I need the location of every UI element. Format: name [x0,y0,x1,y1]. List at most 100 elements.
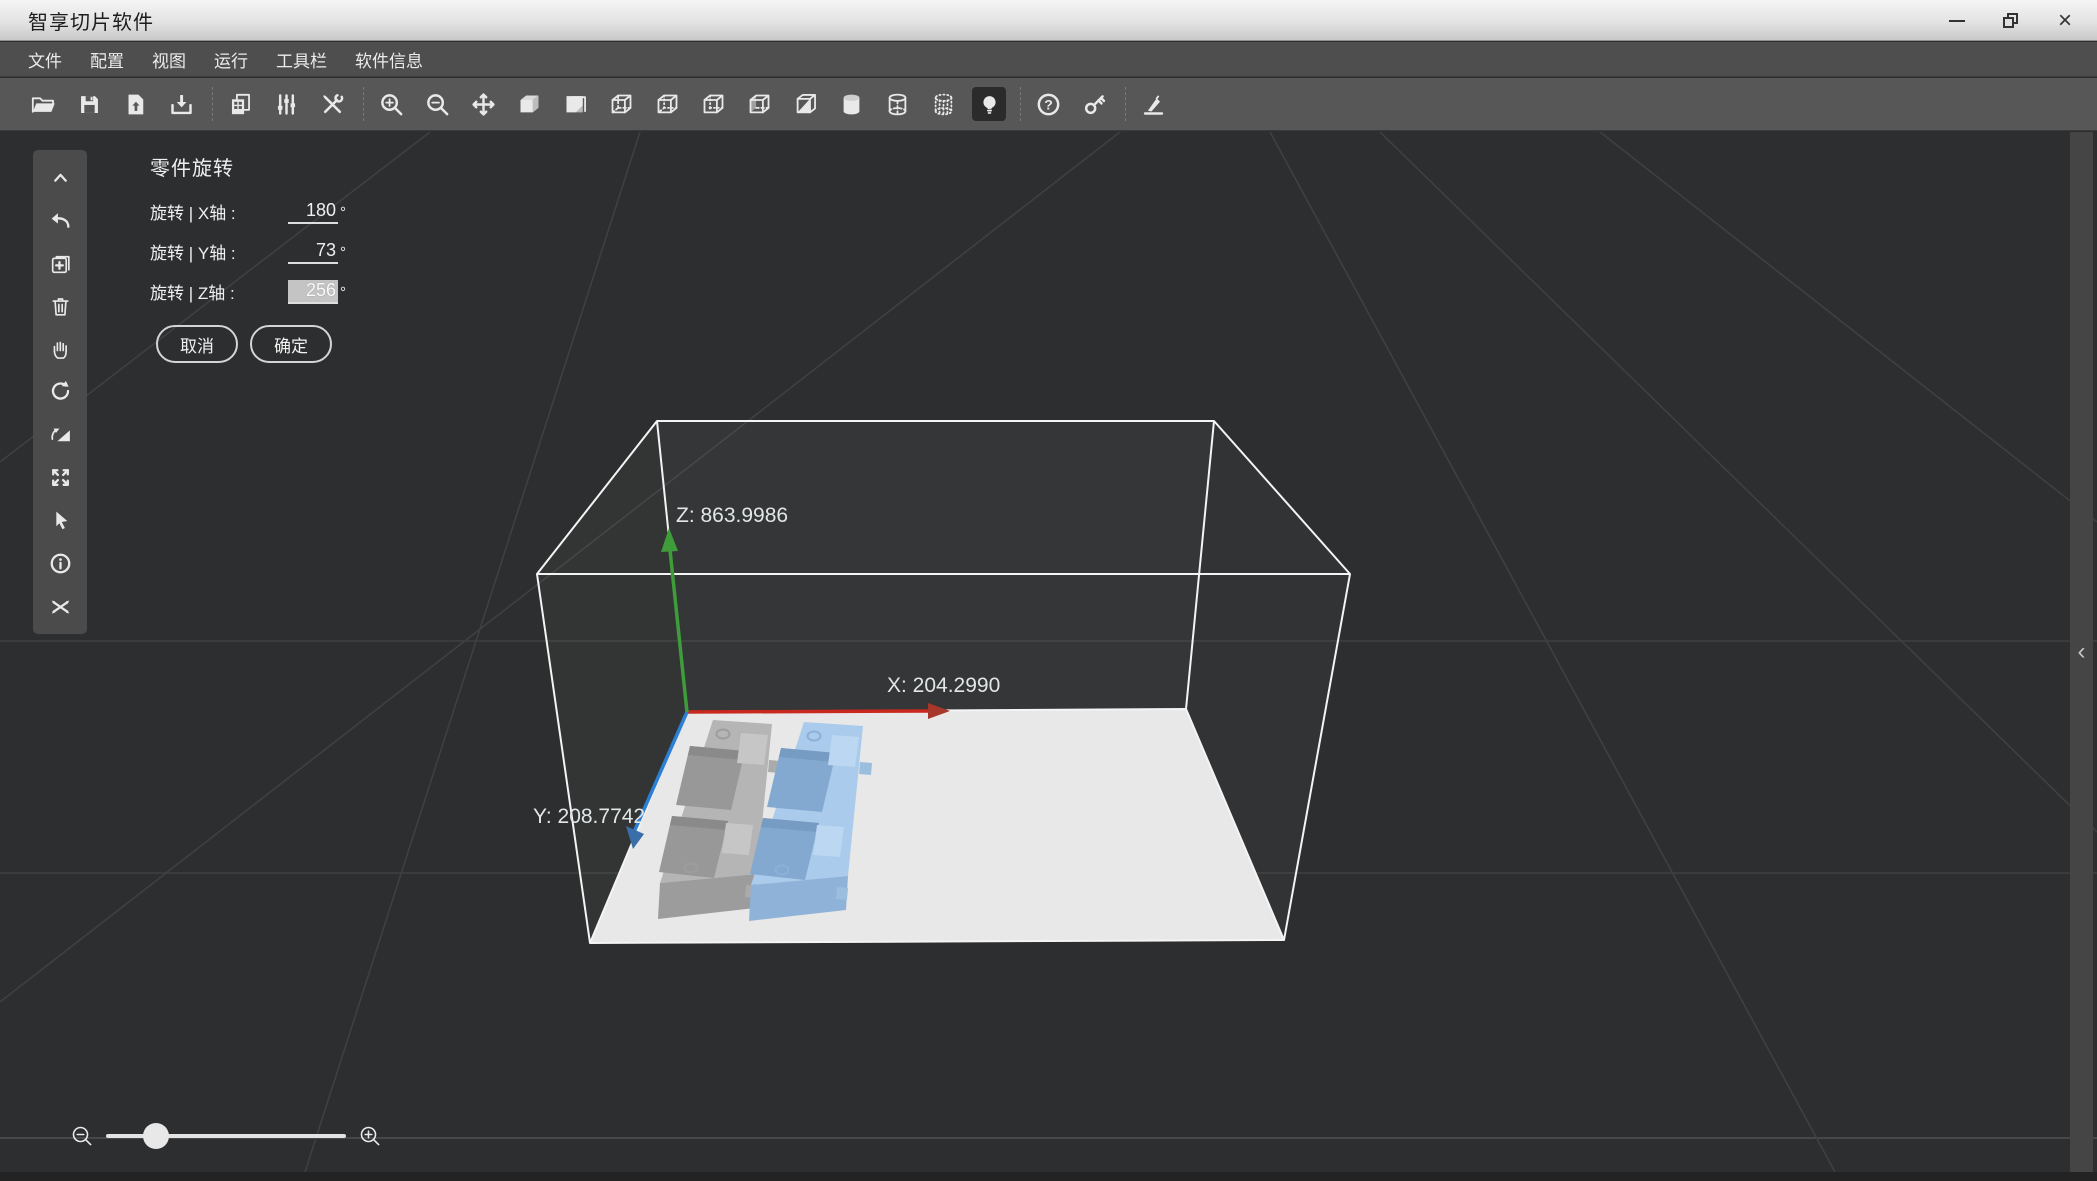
cube-wire-dashed-icon [611,94,631,113]
zoom-out-button[interactable] [420,87,454,121]
tool-rail [33,150,87,634]
minimize-button[interactable] [1943,7,1971,35]
light-toggle-icon [982,95,996,114]
zoom-in-button[interactable] [374,87,408,121]
help-button[interactable]: ? [1031,87,1065,121]
viewport-3d[interactable]: Z: 863.9986 X: 204.2990 Y: 208.7742 零件旋转… [0,132,2097,1172]
rotation-row-z: 旋转 | Z轴 : 256 ° [150,277,380,304]
x-axis-label: X: 204.2990 [887,674,1000,697]
parameter-sliders-icon [277,93,295,115]
rotation-x-unit: ° [340,204,346,221]
y-axis-label: Y: 208.7742 [533,805,645,828]
zoom-out-icon [426,93,448,115]
cursor-icon [55,511,67,530]
title-bar: 智享切片软件 × [0,0,2097,41]
crossed-tools-button[interactable] [45,591,75,621]
open-file-button[interactable] [26,87,60,121]
rotation-row-y: 旋转 | Y轴 : 73 ° [150,237,380,264]
info-button[interactable] [45,548,75,578]
page-peel-icon [566,95,586,112]
app-window: 智享切片软件 × 文件 配置 视图 运行 工具栏 软件信息 ? Z: 863.9… [0,0,2097,1181]
cube-solid-button[interactable] [512,87,546,121]
rotate-view-button[interactable] [45,377,75,407]
prism-half-button[interactable] [788,87,822,121]
cylinder-points-button[interactable] [926,87,960,121]
rotation-y-unit: ° [340,244,346,261]
pan-button[interactable] [45,334,75,364]
import-model-button[interactable] [118,87,152,121]
light-toggle-button[interactable] [972,87,1006,121]
rotation-x-input[interactable]: 180 [288,200,338,224]
toolbar-separator [212,87,213,121]
cube-open-face-icon [749,94,769,113]
cube-open-face-button[interactable] [742,87,776,121]
cylinder-points-icon [934,93,952,115]
right-panel-toggle-strip[interactable]: ‹ [2070,132,2093,1172]
rotation-row-x: 旋转 | X轴 : 180 ° [150,197,380,224]
duplicate-sheet-button[interactable] [223,87,257,121]
page-peel-button[interactable] [558,87,592,121]
cube-wire-dashed-button[interactable] [604,87,638,121]
save-file-button[interactable] [72,87,106,121]
tools-icon [322,93,343,113]
minimize-icon [1949,19,1965,22]
cancel-button[interactable]: 取消 [156,325,238,363]
confirm-button[interactable]: 确定 [250,325,332,363]
delete-part-button[interactable] [45,291,75,321]
measure-pen-button[interactable] [1136,87,1170,121]
rotation-y-input[interactable]: 73 [288,240,338,264]
menu-toolbar[interactable]: 工具栏 [276,47,327,72]
add-part-button[interactable] [45,248,75,278]
export-save-button[interactable] [164,87,198,121]
toolbar: ? 文件加载中 87% [0,78,2097,194]
undo-button[interactable] [45,206,75,236]
license-key-icon [1084,94,1105,114]
save-file-icon [80,95,98,113]
toolbar-separator [1125,87,1126,121]
rotation-z-input[interactable]: 256 [288,280,338,304]
rotation-z-unit: ° [340,284,346,301]
close-icon: × [2057,6,2072,34]
cube-wire-corner-button[interactable] [696,87,730,121]
tools-button[interactable] [315,87,349,121]
cylinder-wire-button[interactable] [880,87,914,121]
x-axis [686,709,931,714]
zoom-slider-track[interactable] [106,1123,346,1149]
info-icon [50,553,70,574]
open-file-icon [31,96,55,113]
close-button[interactable]: × [2051,7,2079,35]
cube-solid-icon [520,95,538,112]
zoom-slider-thumb[interactable] [143,1123,169,1149]
help-icon: ? [1037,93,1059,115]
mirror-flip-button[interactable] [45,420,75,450]
menu-bar: 文件 配置 视图 运行 工具栏 软件信息 [0,42,2097,77]
zoom-out-icon[interactable] [70,1124,94,1148]
menu-view[interactable]: 视图 [152,47,186,72]
add-document-icon [51,255,70,274]
trash-icon [51,297,69,316]
menu-software-info[interactable]: 软件信息 [355,47,423,72]
svg-text:?: ? [1044,96,1053,112]
fit-view-button[interactable] [45,463,75,493]
rotate-ccw-icon [51,381,69,401]
z-axis-label: Z: 863.9986 [676,504,788,527]
zoom-in-icon[interactable] [358,1124,382,1148]
hand-icon [53,341,67,359]
move-button[interactable] [466,87,500,121]
menu-run[interactable]: 运行 [214,47,248,72]
menu-file[interactable]: 文件 [28,47,62,72]
license-key-button[interactable] [1077,87,1111,121]
menu-config[interactable]: 配置 [90,47,124,72]
restore-button[interactable] [1997,7,2025,35]
parameter-sliders-button[interactable] [269,87,303,121]
export-save-icon [170,94,192,114]
duplicate-sheet-icon [231,93,250,114]
cube-wire-dotted-button[interactable] [650,87,684,121]
restore-icon [2003,12,2019,29]
prism-half-icon [796,93,816,113]
rail-collapse-button[interactable] [45,163,75,193]
cylinder-solid-button[interactable] [834,87,868,121]
select-button[interactable] [45,505,75,535]
zoom-in-icon [380,93,402,115]
measure-pen-icon [1143,95,1163,115]
